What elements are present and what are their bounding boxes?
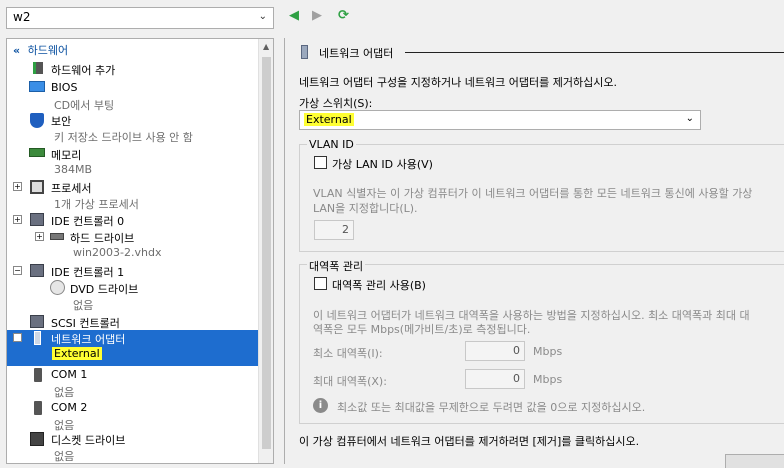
vlan-checkbox[interactable] bbox=[314, 156, 327, 169]
chevron-down-icon: ⌄ bbox=[258, 11, 267, 22]
refresh-icon[interactable]: ⟳ bbox=[338, 8, 349, 23]
remove-instruction: 이 가상 컴퓨터에서 네트워크 어댑터를 제거하려면 [제거]를 클릭하십시오. bbox=[299, 435, 640, 448]
min-bandwidth-label: 최소 대역폭(I): bbox=[313, 347, 383, 360]
min-bandwidth-input[interactable]: 0 bbox=[465, 341, 525, 361]
vlan-group-title: VLAN ID bbox=[307, 138, 356, 151]
max-bandwidth-input[interactable]: 0 bbox=[465, 369, 525, 389]
virtual-switch-dropdown[interactable]: External ⌄ bbox=[299, 110, 701, 130]
info-icon: i bbox=[313, 398, 328, 413]
expand-icon[interactable]: + bbox=[13, 333, 22, 342]
vlan-checkbox-label[interactable]: 가상 LAN ID 사용(V) bbox=[332, 156, 433, 172]
section-label: 하드웨어 bbox=[27, 44, 69, 57]
tree-item-ide-controller-0[interactable]: + IDE 컨트롤러 0 bbox=[7, 212, 259, 229]
bandwidth-info-text: 최소값 또는 최대값을 무제한으로 두려면 값을 0으로 지정하십시오. bbox=[337, 401, 646, 414]
controller-icon bbox=[30, 213, 44, 226]
virtual-switch-label: 가상 스위치(S): bbox=[299, 97, 373, 110]
vm-selector-value: w2 bbox=[13, 10, 31, 24]
network-adapter-panel: 네트워크 어댑터 네트워크 어댑터 구성을 지정하거나 네트워크 어댑터를 제거… bbox=[284, 38, 784, 468]
hard-drive-icon bbox=[50, 233, 64, 240]
tree-item-com-2[interactable]: COM 2 없음 bbox=[7, 400, 259, 432]
vlan-id-input[interactable]: 2 bbox=[314, 220, 354, 240]
remove-button[interactable] bbox=[725, 454, 784, 468]
panel-title: 네트워크 어댑터 bbox=[319, 47, 394, 60]
back-arrow-icon[interactable]: ◀ bbox=[289, 8, 299, 23]
tree-item-scsi-controller[interactable]: SCSI 컨트롤러 bbox=[7, 314, 259, 331]
tree-item-diskette-drive[interactable]: 디스켓 드라이브 없음 bbox=[7, 431, 259, 463]
tree-item-processor[interactable]: + 프로세서 1개 가상 프로세서 bbox=[7, 179, 259, 211]
memory-chip-icon bbox=[29, 148, 45, 157]
tree-item-hard-drive[interactable]: + 하드 드라이브 win2003-2.vhdx bbox=[7, 229, 259, 261]
virtual-switch-value: External bbox=[304, 113, 354, 126]
min-bandwidth-unit: Mbps bbox=[533, 345, 563, 358]
processor-icon bbox=[30, 180, 44, 194]
forward-arrow-icon[interactable]: ▶ bbox=[312, 8, 322, 23]
bandwidth-description-line-2: 역폭은 모두 Mbps(메가비트/초)로 측정됩니다. bbox=[313, 323, 531, 336]
collapse-icon[interactable]: − bbox=[13, 266, 22, 275]
controller-icon bbox=[30, 264, 44, 277]
dvd-disc-icon bbox=[50, 280, 65, 295]
bios-monitor-icon bbox=[29, 81, 45, 92]
shield-icon bbox=[30, 113, 44, 128]
serial-port-icon bbox=[34, 401, 42, 415]
controller-icon bbox=[30, 315, 44, 328]
tree-item-add-hardware[interactable]: 하드웨어 추가 bbox=[7, 60, 259, 78]
scrollbar-thumb[interactable] bbox=[262, 57, 271, 449]
hardware-tree: « 하드웨어 하드웨어 추가 BIOS CD에서 부팅 보안 키 저장소 드라이… bbox=[6, 38, 274, 464]
expand-icon[interactable]: + bbox=[13, 215, 22, 224]
expand-icon[interactable]: + bbox=[13, 182, 22, 191]
vm-selector[interactable]: w2 ⌄ bbox=[6, 7, 274, 29]
tree-item-dvd-drive[interactable]: DVD 드라이브 없음 bbox=[7, 280, 259, 312]
max-bandwidth-label: 최대 대역폭(X): bbox=[313, 375, 387, 388]
tree-item-memory[interactable]: 메모리 384MB bbox=[7, 146, 259, 178]
hardware-section-header[interactable]: « 하드웨어 bbox=[7, 39, 273, 59]
bandwidth-checkbox-label[interactable]: 대역폭 관리 사용(B) bbox=[332, 277, 426, 293]
add-hardware-icon bbox=[33, 62, 43, 74]
max-bandwidth-unit: Mbps bbox=[533, 373, 563, 386]
serial-port-icon bbox=[34, 368, 42, 382]
tree-item-ide-controller-1[interactable]: − IDE 컨트롤러 1 bbox=[7, 263, 259, 280]
panel-description: 네트워크 어댑터 구성을 지정하거나 네트워크 어댑터를 제거하십시오. bbox=[299, 76, 617, 89]
expand-icon[interactable]: + bbox=[35, 232, 44, 241]
chevron-down-icon: ⌄ bbox=[685, 113, 694, 124]
vlan-description-line-1: VLAN 식별자는 이 가상 컴퓨터가 이 네트워크 어댑터를 통한 모든 네트… bbox=[313, 187, 753, 200]
tree-scrollbar[interactable]: ▲ bbox=[258, 39, 273, 463]
network-adapter-icon bbox=[34, 331, 41, 345]
scroll-up-icon[interactable]: ▲ bbox=[263, 42, 269, 51]
tree-item-com-1[interactable]: COM 1 없음 bbox=[7, 367, 259, 399]
floppy-disk-icon bbox=[30, 432, 44, 446]
bandwidth-checkbox[interactable] bbox=[314, 277, 327, 290]
title-divider bbox=[405, 52, 784, 53]
tree-item-bios[interactable]: BIOS CD에서 부팅 bbox=[7, 79, 259, 112]
bandwidth-group-title: 대역폭 관리 bbox=[307, 258, 366, 274]
vlan-description-line-2: LAN을 지정합니다(L). bbox=[313, 202, 418, 215]
collapse-icon: « bbox=[13, 44, 21, 57]
tree-item-security[interactable]: 보안 키 저장소 드라이브 사용 안 함 bbox=[7, 112, 259, 144]
network-adapter-icon bbox=[301, 45, 308, 59]
tree-item-network-adapter[interactable]: + 네트워크 어댑터 External bbox=[7, 330, 259, 366]
